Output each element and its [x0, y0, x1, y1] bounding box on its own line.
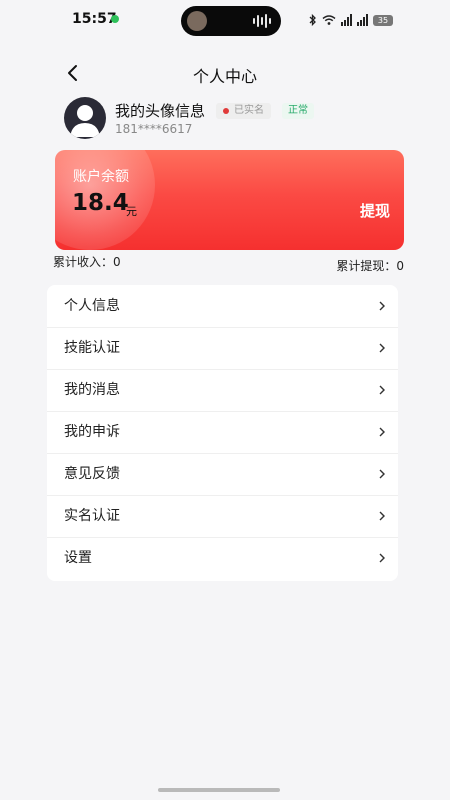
verified-badge-label: 已实名 — [234, 105, 264, 116]
status-time: 15:57 — [72, 11, 117, 27]
balance-card: 账户余额 18.4 元 提现 — [55, 150, 404, 250]
balance-amount: 18.4 — [72, 190, 129, 216]
menu-item-feedback[interactable]: 意见反馈 — [47, 453, 398, 496]
balance-unit: 元 — [126, 205, 137, 218]
status-icons: 35 — [309, 13, 393, 27]
account-status-badge: 正常 — [282, 103, 314, 119]
menu-item-messages[interactable]: 我的消息 — [47, 369, 398, 412]
battery-icon: 35 — [373, 14, 393, 26]
chevron-right-icon — [379, 553, 385, 563]
withdraw-button[interactable]: 提现 — [360, 200, 390, 221]
chevron-right-icon — [379, 301, 385, 311]
bluetooth-icon — [309, 13, 316, 27]
total-withdrawn: 累计提现：0 — [336, 259, 404, 273]
page-title: 个人中心 — [192, 67, 257, 86]
home-indicator[interactable] — [158, 788, 280, 792]
profile-name: 我的头像信息 — [115, 102, 206, 120]
menu-item-appeals[interactable]: 我的申诉 — [47, 411, 398, 454]
verified-badge: 已实名 — [216, 103, 271, 119]
menu-item-label: 我的消息 — [64, 382, 120, 398]
menu-item-label: 实名认证 — [64, 508, 120, 524]
chevron-right-icon — [379, 511, 385, 521]
menu-item-personal-info[interactable]: 个人信息 — [47, 285, 398, 328]
chevron-right-icon — [379, 427, 385, 437]
island-avatar-icon — [187, 11, 207, 31]
menu-item-label: 设置 — [64, 550, 92, 566]
chevron-right-icon — [379, 385, 385, 395]
total-income: 累计收入：0 — [53, 255, 121, 269]
wifi-icon — [322, 15, 336, 25]
menu-item-label: 我的申诉 — [64, 424, 120, 440]
dynamic-island — [181, 6, 281, 36]
audio-wave-icon — [253, 14, 271, 28]
menu-item-skill-cert[interactable]: 技能认证 — [47, 327, 398, 370]
screen: 15:57 35 个人中心 我的头像信息 已实名 正常 181****6617 … — [0, 0, 450, 800]
status-bar: 15:57 35 — [0, 0, 450, 40]
chevron-right-icon — [379, 343, 385, 353]
signal-strength-icon-2 — [357, 14, 368, 26]
balance-label: 账户余额 — [73, 169, 129, 185]
menu-item-label: 意见反馈 — [64, 466, 120, 482]
menu-item-real-name-auth[interactable]: 实名认证 — [47, 495, 398, 538]
phone-number: 181****6617 — [115, 122, 193, 136]
wechat-notification-icon — [111, 15, 119, 23]
verified-dot-icon — [223, 108, 229, 114]
user-avatar-icon[interactable] — [64, 97, 106, 139]
menu-item-label: 个人信息 — [64, 298, 120, 314]
menu-item-settings[interactable]: 设置 — [47, 537, 398, 579]
signal-strength-icon — [341, 14, 352, 26]
menu-item-label: 技能认证 — [64, 340, 120, 356]
menu-list: 个人信息 技能认证 我的消息 我的申诉 意见反馈 实名认证 设置 — [47, 285, 398, 581]
chevron-right-icon — [379, 469, 385, 479]
